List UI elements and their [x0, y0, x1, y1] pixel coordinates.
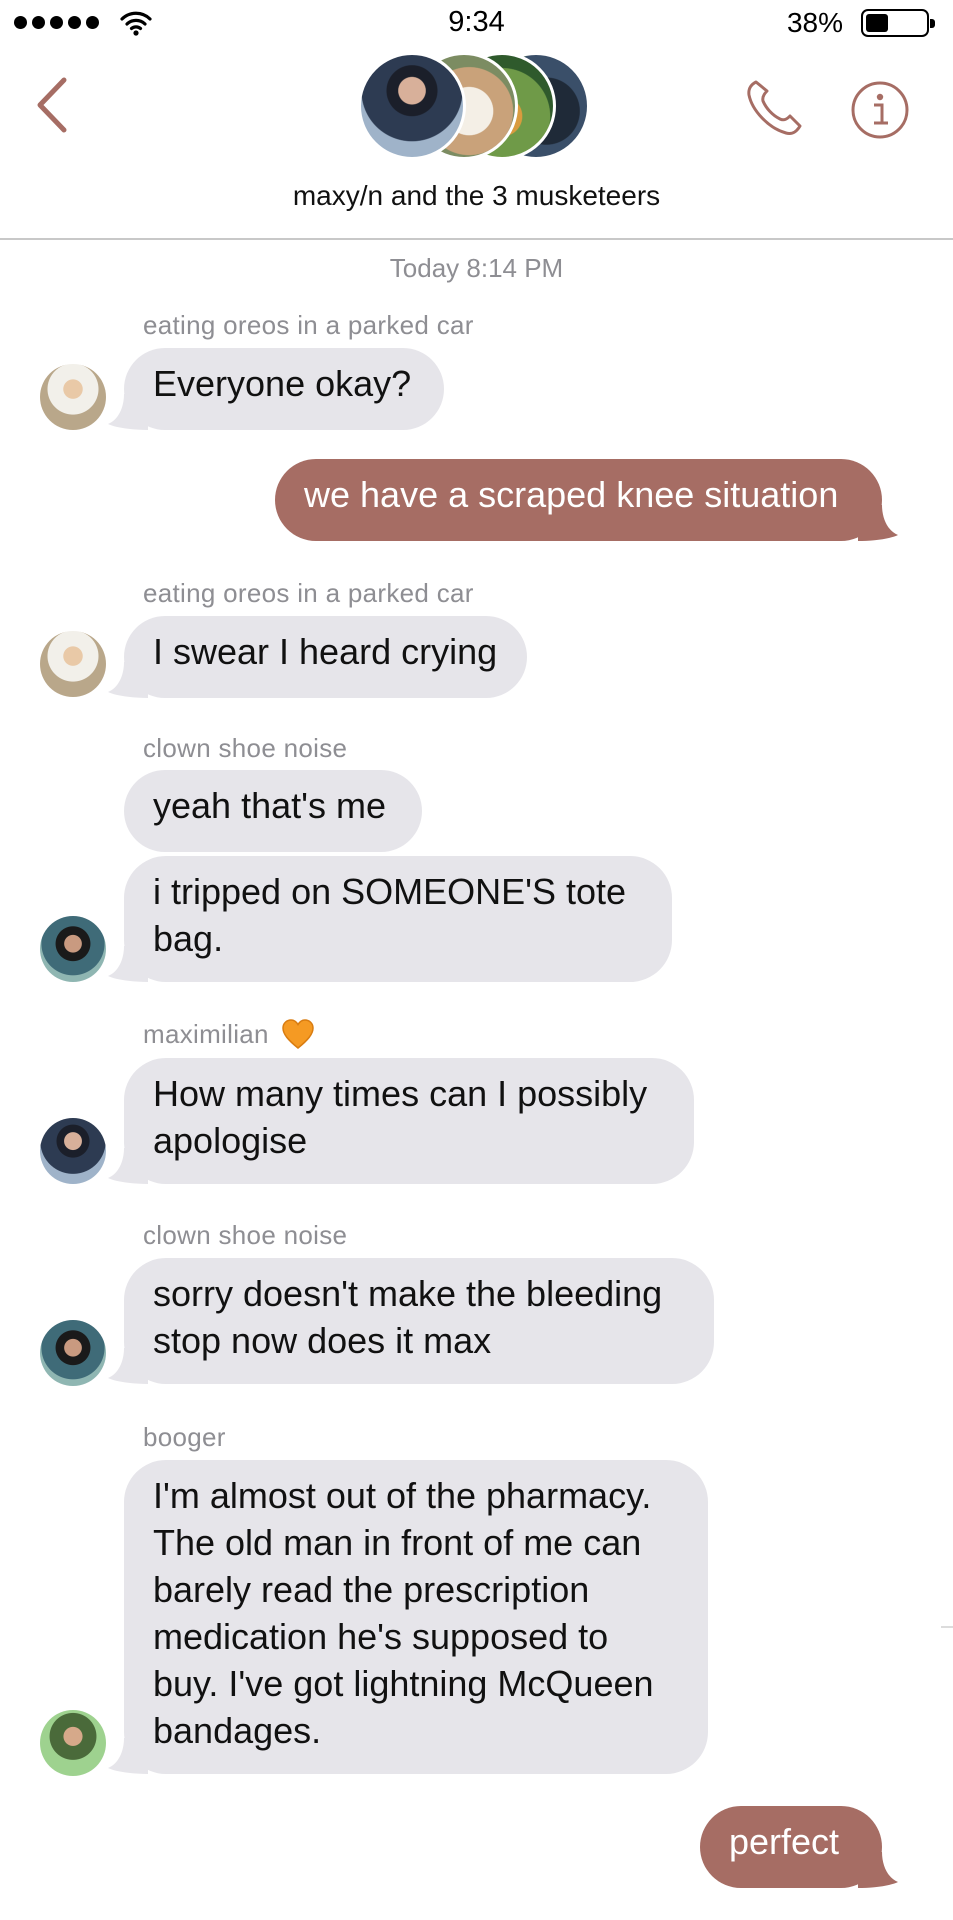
message-text: perfect: [729, 1821, 840, 1862]
message-bubble-outgoing[interactable]: we have a scraped knee situation: [275, 459, 898, 541]
sender-name-row: maximilian: [143, 1019, 315, 1050]
message-text: yeah that's me: [153, 785, 386, 826]
message-bubble[interactable]: sorry doesn't make the bleeding stop now…: [108, 1258, 714, 1384]
sender-name: eating oreos in a parked car: [143, 310, 474, 340]
message-text: sorry doesn't make the bleeding stop now…: [153, 1273, 663, 1361]
message-bubble-outgoing[interactable]: perfect: [700, 1806, 898, 1888]
orange-heart-icon: [282, 1019, 315, 1049]
phone-icon[interactable]: [742, 76, 806, 140]
message-text: I'm almost out of the pharmacy. The old …: [153, 1475, 654, 1751]
divider: [941, 1626, 953, 1628]
battery-icon: [861, 9, 935, 37]
sender-name: clown shoe noise: [143, 1220, 348, 1250]
battery-percentage: 38%: [786, 7, 843, 38]
message-bubble[interactable]: I swear I heard crying: [108, 616, 527, 698]
message-bubble[interactable]: Everyone okay?: [108, 348, 444, 430]
message-text: Everyone okay?: [153, 363, 412, 404]
chevron-left-icon[interactable]: [34, 76, 70, 134]
message-bubble[interactable]: How many times can I possibly apologise: [108, 1058, 694, 1184]
message-text: I swear I heard crying: [153, 631, 498, 672]
message-bubble[interactable]: I'm almost out of the pharmacy. The old …: [108, 1460, 708, 1774]
group-name[interactable]: maxy/n and the 3 musketeers: [0, 180, 953, 212]
sender-name: eating oreos in a parked car: [143, 578, 474, 608]
conversation-header: maxy/n and the 3 musketeers: [0, 46, 953, 240]
status-bar: 9:34 38%: [0, 0, 953, 46]
sender-avatar[interactable]: [40, 364, 106, 430]
sender-avatar[interactable]: [40, 916, 106, 982]
sender-avatar[interactable]: [40, 631, 106, 697]
group-avatar-1: [358, 52, 466, 160]
sender-avatar[interactable]: [40, 1118, 106, 1184]
sender-avatar[interactable]: [40, 1710, 106, 1776]
group-avatars[interactable]: [358, 52, 598, 164]
sender-name: clown shoe noise: [143, 733, 348, 763]
message-text: How many times can I possibly apologise: [153, 1073, 648, 1161]
sender-avatar[interactable]: [40, 1320, 106, 1386]
message-bubble[interactable]: i tripped on SOMEONE'S tote bag.: [108, 856, 672, 982]
info-icon[interactable]: [850, 80, 910, 140]
sender-name: maximilian: [143, 1019, 269, 1049]
sender-name: booger: [143, 1422, 226, 1452]
conversation-timestamp: Today 8:14 PM: [389, 253, 564, 283]
message-text: we have a scraped knee situation: [304, 474, 839, 515]
message-text: i tripped on SOMEONE'S tote bag.: [153, 871, 627, 959]
message-bubble[interactable]: yeah that's me: [124, 770, 422, 852]
